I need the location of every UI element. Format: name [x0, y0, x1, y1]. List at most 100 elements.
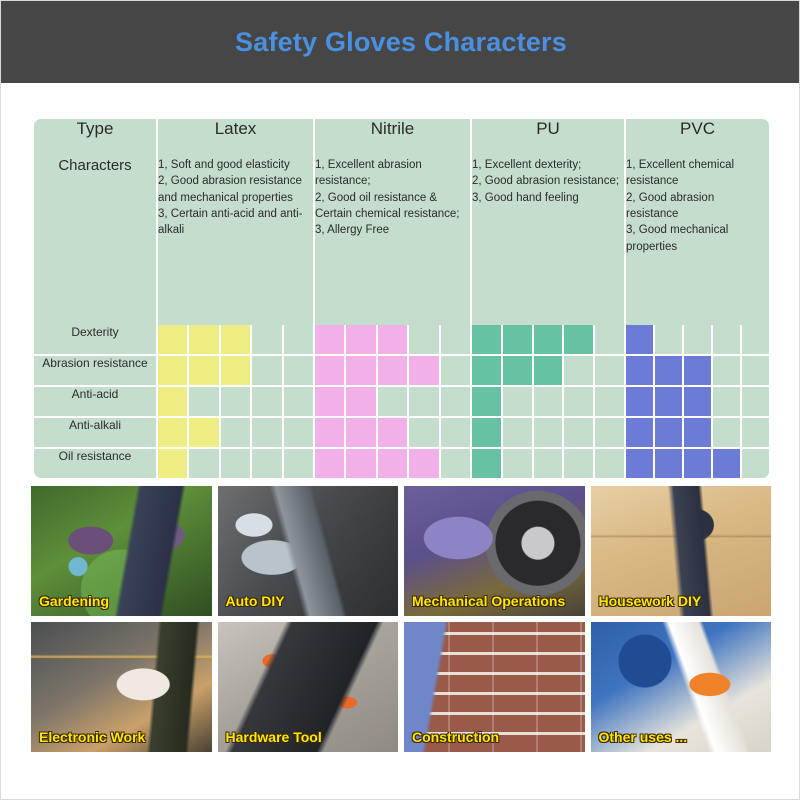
- gallery-caption: Other uses ...: [598, 729, 688, 745]
- rating-cell-empty: [742, 418, 769, 447]
- rating-cell-filled: [626, 449, 655, 478]
- rating-scale: [158, 387, 314, 416]
- rating-cell-filled: [472, 418, 503, 447]
- rating-cell-empty: [713, 387, 742, 416]
- rating-cell-filled: [315, 387, 347, 416]
- characters-cell-latex: 1, Soft and good elasticity 2, Good abra…: [158, 157, 315, 325]
- rating-cell-filled: [189, 356, 221, 385]
- rating-scale: [626, 356, 769, 385]
- rating-cell-empty: [564, 387, 596, 416]
- column-header-latex: Latex: [158, 119, 315, 157]
- rating-row-label: Anti-acid: [34, 387, 158, 418]
- gallery-tile[interactable]: Gardening: [31, 486, 212, 616]
- rating-cell-filled: [346, 356, 378, 385]
- rating-group-pu: [472, 418, 626, 449]
- rating-cell-filled: [315, 325, 347, 354]
- rating-cell-filled: [684, 387, 713, 416]
- gallery-tile[interactable]: Auto DIY: [217, 486, 398, 616]
- rating-row-label: Dexterity: [34, 325, 158, 356]
- rating-cell-empty: [283, 418, 314, 447]
- rating-group-latex: [158, 418, 315, 449]
- gallery-caption: Mechanical Operations: [412, 593, 566, 609]
- rating-group-pvc: [626, 325, 769, 356]
- rating-cell-empty: [220, 449, 253, 478]
- rating-cell-filled: [502, 356, 534, 385]
- rating-scale: [472, 356, 624, 385]
- rating-cell-filled: [158, 325, 190, 354]
- rating-cell-filled: [346, 325, 378, 354]
- rating-group-pvc: [626, 356, 769, 387]
- rating-cell-empty: [595, 418, 624, 447]
- rating-scale: [158, 325, 314, 354]
- gallery-tile[interactable]: Other uses ...: [590, 622, 771, 752]
- rating-cell-empty: [713, 325, 742, 354]
- rating-cell-empty: [564, 418, 596, 447]
- rating-cell-empty: [252, 418, 284, 447]
- rating-row: Abrasion resistance: [34, 356, 769, 387]
- rating-cell-filled: [533, 325, 565, 354]
- rating-cell-filled: [626, 325, 655, 354]
- rating-group-latex: [158, 356, 315, 387]
- rating-cell-filled: [684, 418, 713, 447]
- rating-group-pu: [472, 356, 626, 387]
- rating-scale: [472, 418, 624, 447]
- characters-cell-nitrile: 1, Excellent abrasion resistance; 2, Goo…: [315, 157, 472, 325]
- rating-group-nitrile: [315, 418, 472, 449]
- rating-cell-empty: [409, 387, 441, 416]
- rating-cell-empty: [377, 387, 410, 416]
- gallery-tile[interactable]: Mechanical Operations: [404, 486, 585, 616]
- rating-cell-filled: [377, 418, 410, 447]
- column-header-type: Type: [34, 119, 158, 157]
- gallery-tile[interactable]: Electronic Work: [31, 622, 212, 752]
- rating-cell-filled: [315, 418, 347, 447]
- rating-cell-empty: [595, 356, 624, 385]
- gallery-tile[interactable]: Construction: [404, 622, 585, 752]
- rating-cell-filled: [377, 356, 410, 385]
- column-header-pu: PU: [472, 119, 626, 157]
- table-header-row: Type Latex Nitrile PU PVC: [34, 119, 769, 157]
- rating-cell-filled: [472, 387, 503, 416]
- rating-cell-filled: [472, 325, 503, 354]
- rating-cell-filled: [409, 449, 441, 478]
- rating-cell-empty: [409, 418, 441, 447]
- rating-cell-filled: [158, 356, 190, 385]
- rating-scale: [315, 418, 471, 447]
- rating-scale: [472, 325, 624, 354]
- rating-cell-empty: [595, 387, 624, 416]
- gallery-tile[interactable]: Hardware Tool: [217, 622, 398, 752]
- gallery-row: Gardening Auto DIY Mechanical Operations Ho…: [31, 486, 771, 616]
- rating-cell-empty: [713, 356, 742, 385]
- rating-cell-empty: [283, 356, 314, 385]
- rating-cell-filled: [684, 356, 713, 385]
- rating-scale: [158, 356, 314, 385]
- rating-scale: [626, 387, 769, 416]
- rating-cell-filled: [502, 325, 534, 354]
- rating-scale: [315, 449, 471, 478]
- rating-cell-filled: [315, 356, 347, 385]
- rating-scale: [626, 325, 769, 354]
- rating-cell-empty: [533, 418, 565, 447]
- rating-cell-filled: [315, 449, 347, 478]
- rating-cell-filled: [220, 325, 253, 354]
- rating-cell-empty: [440, 387, 471, 416]
- rating-group-pvc: [626, 418, 769, 449]
- rating-cell-empty: [252, 325, 284, 354]
- rating-cell-empty: [440, 418, 471, 447]
- rating-cell-empty: [684, 325, 713, 354]
- rating-scale: [158, 418, 314, 447]
- rating-cell-empty: [283, 387, 314, 416]
- rating-cell-empty: [502, 449, 534, 478]
- rating-cell-empty: [440, 449, 471, 478]
- rating-cell-filled: [626, 387, 655, 416]
- rating-cell-empty: [189, 387, 221, 416]
- rating-row-label: Anti-alkali: [34, 418, 158, 449]
- rating-cell-filled: [158, 449, 190, 478]
- characters-text-pu: 1, Excellent dexterity; 2, Good abrasion…: [472, 159, 620, 204]
- rating-scale: [472, 449, 624, 478]
- rating-cell-filled: [377, 449, 410, 478]
- gallery-tile[interactable]: Housework DIY: [590, 486, 771, 616]
- rating-cell-filled: [626, 356, 655, 385]
- rating-cell-filled: [533, 356, 565, 385]
- column-header-pvc: PVC: [626, 119, 769, 157]
- rating-group-latex: [158, 325, 315, 356]
